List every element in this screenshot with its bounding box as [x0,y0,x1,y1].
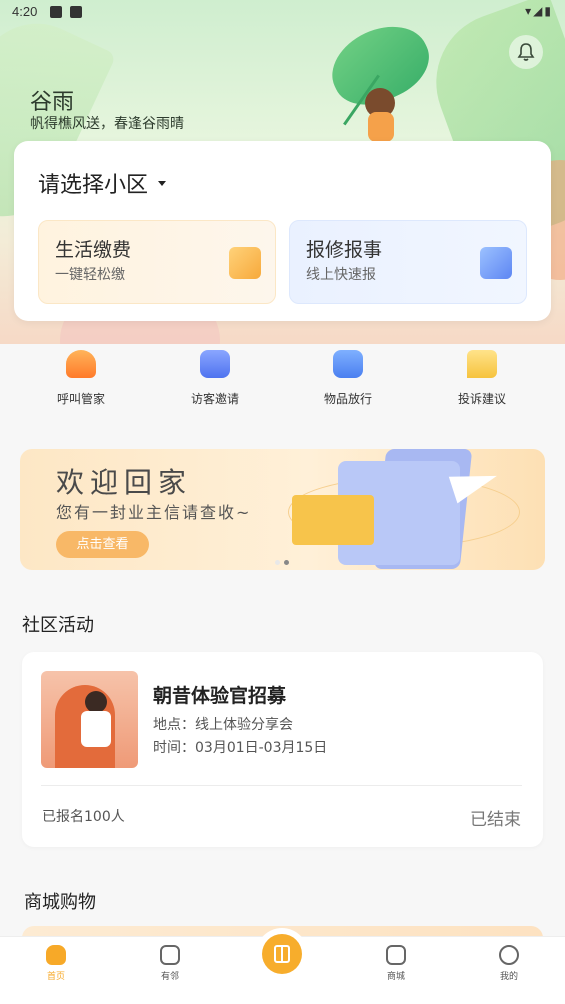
smile-icon [499,945,519,965]
center-action-button[interactable] [262,934,302,974]
quick-action-label: 访客邀请 [190,392,239,406]
a-notification-icon [70,6,82,18]
butler-icon [66,350,96,378]
neighbor-icon [160,945,180,965]
carousel-dot-active [284,560,289,565]
carousel-indicator [275,560,289,565]
activity-status: 已结束 [470,810,521,830]
community-selector[interactable]: 请选择小区 [38,167,167,199]
quick-action-label: 物品放行 [323,392,372,406]
community-selector-label: 请选择小区 [38,173,149,198]
community-card: 请选择小区 生活缴费 一键轻松缴 报修报事 线上快速报 [14,141,551,321]
solar-term-title: 谷雨 [30,90,75,115]
status-time: 4:20 [12,4,38,19]
image-notification-icon [50,6,62,18]
section-title-activities: 社区活动 [22,615,94,636]
activity-image-shirt [81,711,111,747]
quick-action-release[interactable]: 物品放行 [298,350,398,407]
envelope-icon [292,495,374,545]
visitor-icon [200,350,230,378]
release-icon [333,350,363,378]
quick-action-label: 投诉建议 [457,392,506,406]
quick-action-butler[interactable]: 呼叫管家 [31,350,131,407]
tab-neighbors[interactable]: 有邻 [140,945,200,982]
banner-subtitle: 您有一封业主信请查收~ [56,503,252,522]
door-icon [274,945,290,963]
quick-action-feedback[interactable]: 投诉建议 [432,350,532,407]
bag-icon [386,945,406,965]
repair-icon [480,247,512,279]
tab-home[interactable]: 首页 [26,945,86,982]
solar-term-subtitle: 帆得樵风送，春逢谷雨晴 [30,116,184,132]
tab-label: 有邻 [160,972,179,982]
banner-view-button[interactable]: 点击查看 [56,531,149,558]
divider [41,785,522,786]
tab-label: 商城 [386,972,405,982]
home-icon [46,945,66,965]
system-status-icons: ▾◢▮ [525,4,553,18]
caret-down-icon [158,180,167,186]
activity-signup-count: 已报名100人 [42,809,125,825]
activity-image-person [85,691,107,713]
bell-icon [517,43,535,61]
activity-time: 时间：03月01日-03月15日 [153,740,328,756]
notification-bell-button[interactable] [509,35,543,69]
repair-report-tile[interactable]: 报修报事 线上快速报 [289,220,527,304]
tab-label: 我的 [499,972,518,982]
quick-actions: 呼叫管家 访客邀请 物品放行 投诉建议 [0,344,565,424]
activity-image [41,671,138,768]
status-bar: 4:20 ▾◢▮ [0,0,565,24]
bill-payment-tile[interactable]: 生活缴费 一键轻松缴 [38,220,276,304]
quick-action-label: 呼叫管家 [56,392,105,406]
hero-child-body [368,112,394,142]
tab-label: 首页 [46,972,65,982]
feedback-icon [467,350,497,378]
section-title-mall: 商城购物 [24,892,96,913]
activity-location: 地点：线上体验分享会 [153,717,293,733]
quick-action-visitor[interactable]: 访客邀请 [165,350,265,407]
wallet-icon [229,247,261,279]
activity-title: 朝昔体验官招募 [153,685,287,707]
tab-profile[interactable]: 我的 [479,945,539,982]
activity-card[interactable]: 朝昔体验官招募 地点：线上体验分享会 时间：03月01日-03月15日 已报名1… [22,652,543,847]
tab-mall[interactable]: 商城 [366,945,426,982]
carousel-dot [275,560,280,565]
welcome-banner[interactable]: 欢迎回家 您有一封业主信请查收~ 点击查看 [20,449,545,570]
banner-title: 欢迎回家 [56,466,193,499]
